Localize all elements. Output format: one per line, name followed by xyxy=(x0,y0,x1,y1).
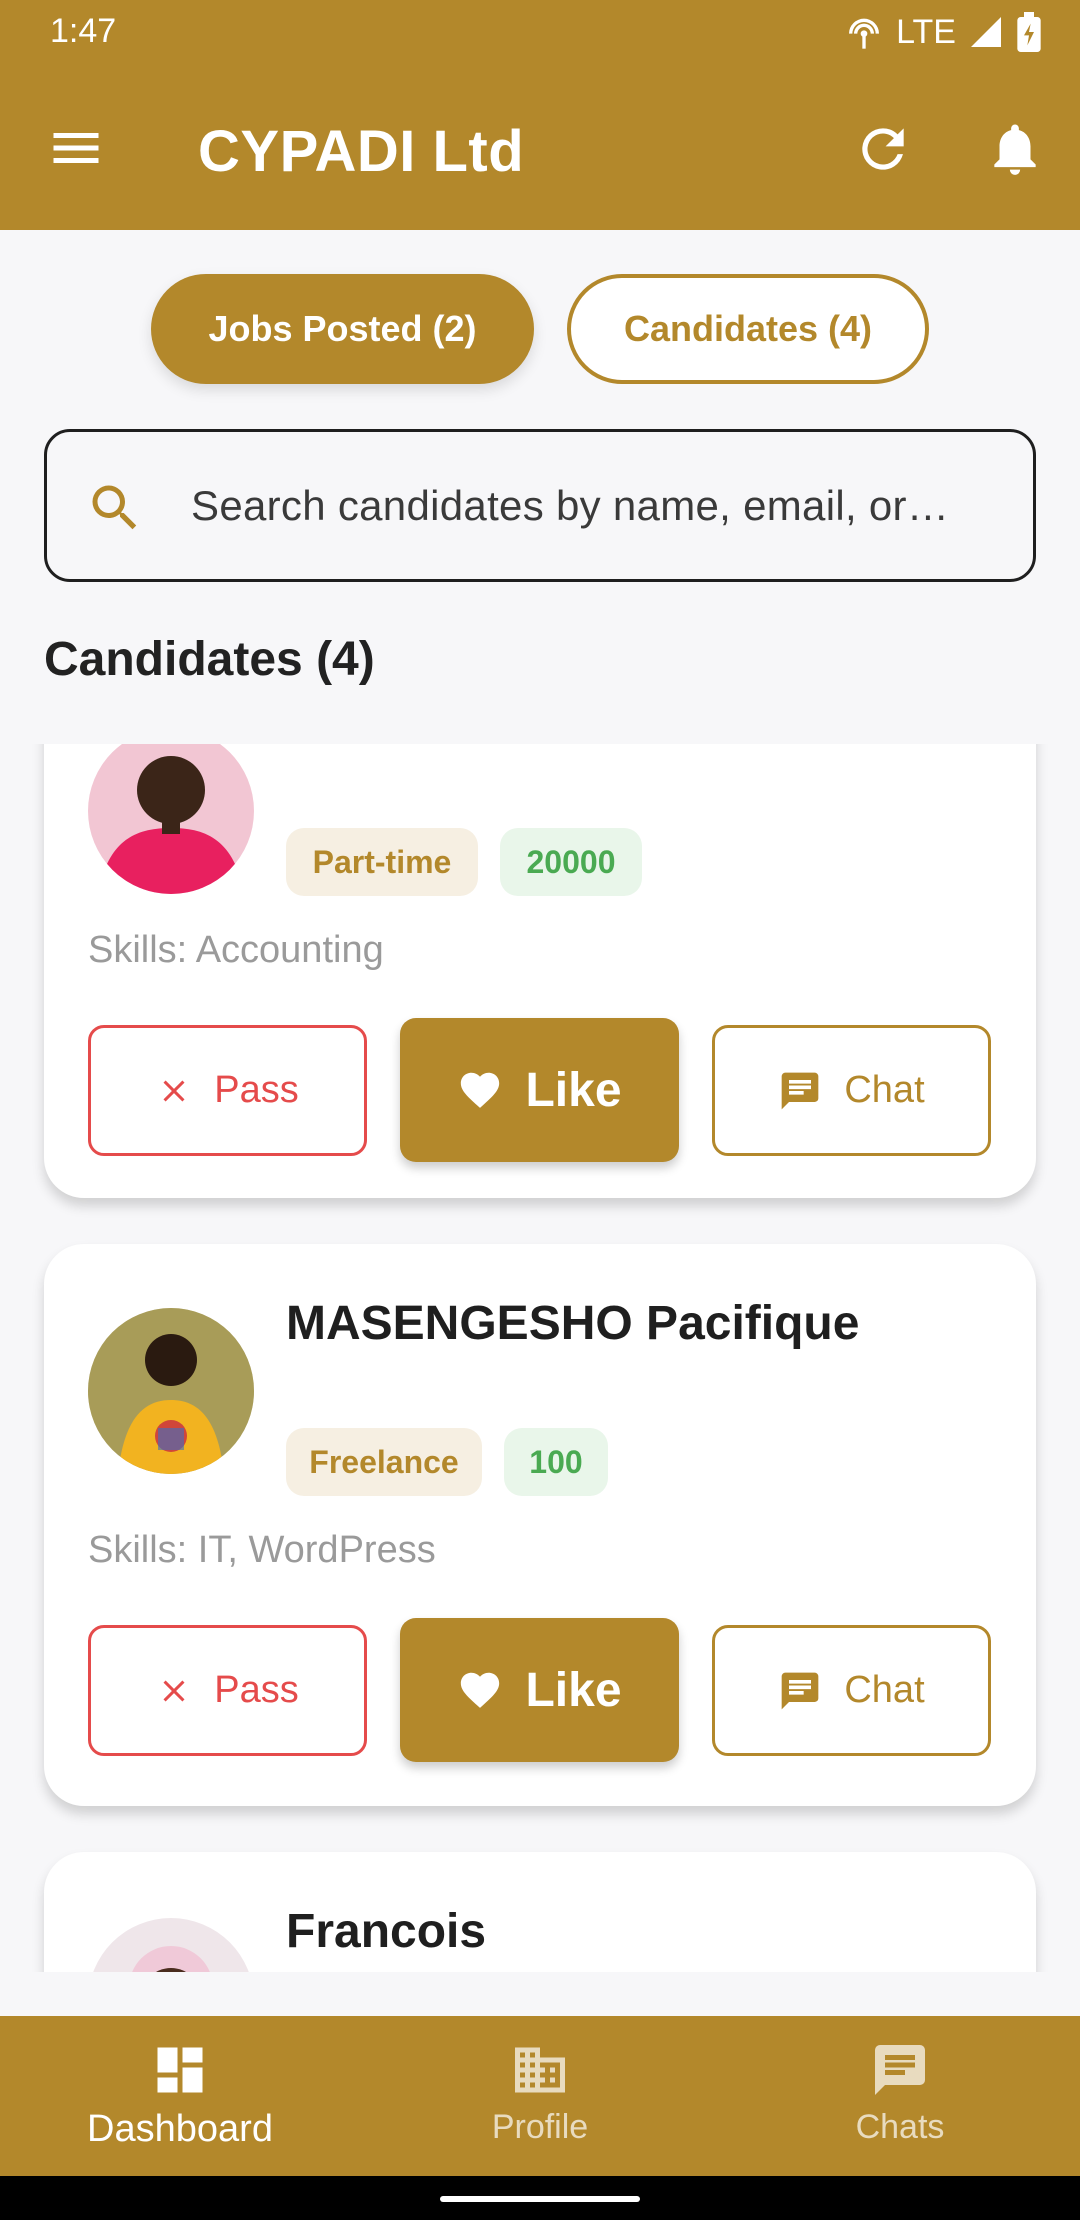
job-type-chip: Freelance xyxy=(286,1428,482,1496)
nav-dashboard[interactable]: Dashboard xyxy=(0,2016,360,2176)
bell-icon xyxy=(994,124,1036,175)
status-icons: LTE xyxy=(844,10,1042,54)
search-input[interactable]: Search candidates by name, email, or… xyxy=(44,429,1036,582)
candidate-card: Francois xyxy=(44,1852,1036,1972)
avatar xyxy=(88,1918,254,1972)
menu-button[interactable] xyxy=(46,118,106,178)
message-icon xyxy=(782,1672,819,1709)
network-type: LTE xyxy=(896,12,956,51)
like-button[interactable]: Like xyxy=(400,1018,679,1162)
app-title: CYPADI Ltd xyxy=(198,119,525,184)
search-placeholder: Search candidates by name, email, or… xyxy=(191,482,950,529)
avatar xyxy=(88,1308,254,1474)
avatar xyxy=(88,744,254,894)
candidate-name: Francois xyxy=(286,1905,487,1958)
skills-text: Skills: Accounting xyxy=(88,929,384,971)
job-type-chip: Part-time xyxy=(286,828,478,896)
pass-button[interactable]: Pass xyxy=(88,1625,367,1756)
like-button[interactable]: Like xyxy=(400,1618,679,1762)
skills-text: Skills: IT, WordPress xyxy=(88,1529,436,1571)
candidate-card: MASENGESHO Pacifique Freelance 100 Skill… xyxy=(44,1244,1036,1806)
candidate-list[interactable]: Part-time 20000 Skills: Accounting Pass … xyxy=(0,744,1080,1972)
notifications-button[interactable] xyxy=(984,118,1046,180)
dashboard-icon xyxy=(157,2047,203,2093)
salary-chip: 20000 xyxy=(500,828,642,896)
refresh-icon xyxy=(862,128,904,170)
app-bar: 1:47 LTE CYPADI Ltd xyxy=(0,0,1080,230)
section-title: Candidates (4) xyxy=(44,633,375,686)
chat-icon xyxy=(875,2045,925,2095)
gesture-bar xyxy=(0,2176,1080,2220)
chat-button[interactable]: Chat xyxy=(712,1625,991,1756)
refresh-button[interactable] xyxy=(852,118,914,180)
message-icon xyxy=(782,1072,819,1109)
battery-icon xyxy=(1017,12,1041,52)
tab-jobs-posted[interactable]: Jobs Posted (2) xyxy=(151,274,534,384)
nav-profile[interactable]: Profile xyxy=(360,2016,720,2176)
signal-icon xyxy=(971,17,1001,47)
pass-button[interactable]: Pass xyxy=(88,1025,367,1156)
nav-chats[interactable]: Chats xyxy=(720,2016,1080,2176)
home-indicator[interactable] xyxy=(440,2196,640,2202)
close-icon xyxy=(163,1080,185,1101)
heart-icon xyxy=(461,1072,500,1108)
salary-chip: 100 xyxy=(504,1428,608,1496)
segment-tabs: Jobs Posted (2) Candidates (4) xyxy=(0,274,1080,386)
candidate-name: MASENGESHO Pacifique xyxy=(286,1297,860,1350)
chat-button[interactable]: Chat xyxy=(712,1025,991,1156)
close-icon xyxy=(163,1680,185,1701)
hotspot-icon xyxy=(849,18,880,49)
hamburger-icon xyxy=(53,133,99,163)
status-time: 1:47 xyxy=(50,12,117,50)
heart-icon xyxy=(461,1672,500,1708)
building-icon xyxy=(515,2047,565,2093)
bottom-navigation: Dashboard Profile Chats xyxy=(0,2016,1080,2176)
status-bar: 1:47 LTE xyxy=(0,0,1080,66)
toolbar: CYPADI Ltd xyxy=(0,66,1080,230)
candidate-card: Part-time 20000 Skills: Accounting Pass … xyxy=(44,744,1036,1198)
tab-candidates[interactable]: Candidates (4) xyxy=(567,274,929,384)
search-icon xyxy=(92,485,137,530)
